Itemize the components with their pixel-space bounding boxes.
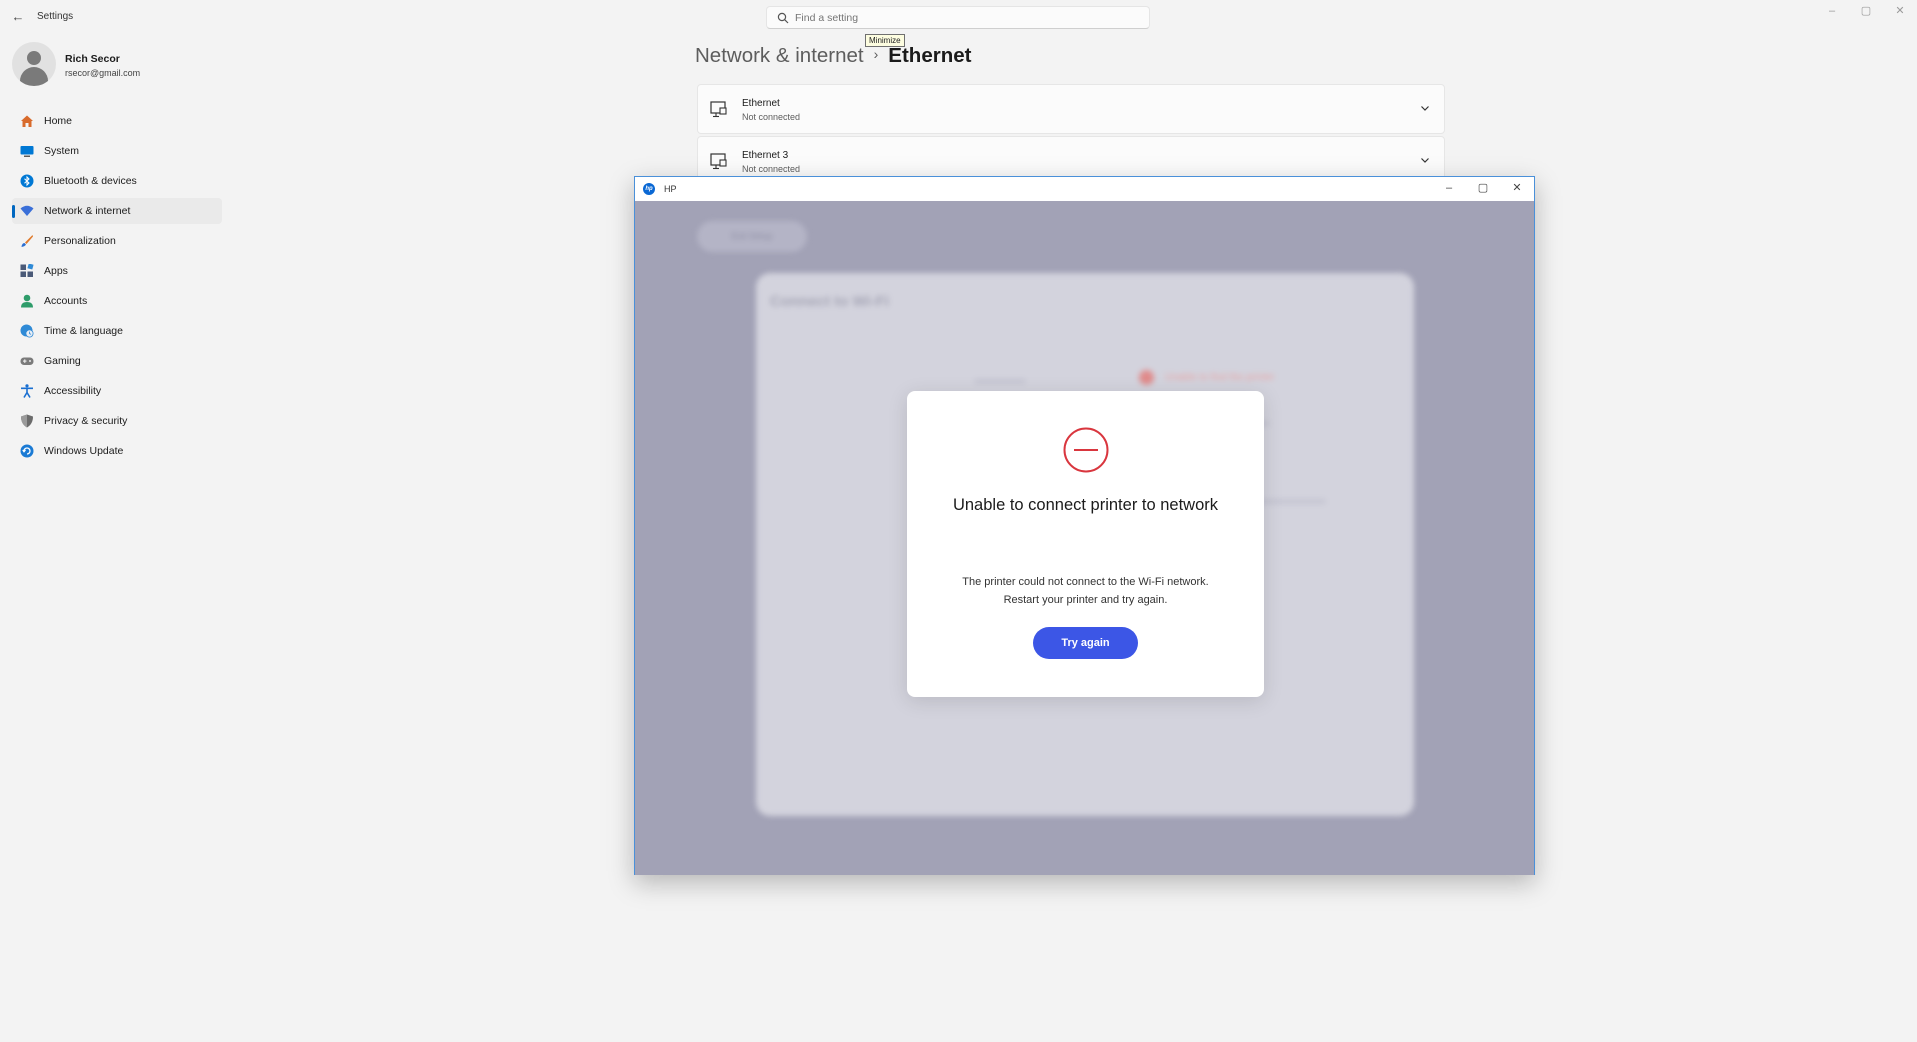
error-dialog: Unable to connect printer to network The…	[907, 391, 1264, 697]
adapter-status: Not connected	[742, 164, 801, 174]
sidebar-item-accessibility[interactable]: Accessibility	[12, 378, 222, 404]
user-email: rsecor@gmail.com	[65, 68, 141, 78]
hp-app-window: hp HP – ▢ ✕ Exit Setup Connect to Wi-Fi …	[634, 176, 1535, 875]
gaming-icon	[20, 357, 34, 365]
hp-close-button[interactable]: ✕	[1500, 177, 1534, 201]
system-icon	[20, 146, 34, 157]
sidebar-item-label: Apps	[44, 265, 68, 277]
sidebar-item-label: Accessibility	[44, 385, 102, 397]
hp-body: Exit Setup Connect to Wi-Fi Unable to fi…	[635, 201, 1534, 875]
exit-setup-button: Exit Setup	[697, 221, 807, 252]
adapter-name: Ethernet	[742, 98, 780, 109]
sidebar-item-accounts[interactable]: Accounts	[12, 288, 222, 314]
sidebar-item-label: Windows Update	[44, 445, 124, 457]
hp-window-title: HP	[664, 184, 677, 194]
sidebar-item-privacy[interactable]: Privacy & security	[12, 408, 222, 434]
sidebar-item-personalization[interactable]: Personalization	[12, 228, 222, 254]
avatar[interactable]	[12, 42, 56, 86]
search-icon	[777, 12, 789, 24]
sidebar-item-label: Accounts	[44, 295, 88, 307]
sidebar-item-label: Bluetooth & devices	[44, 175, 137, 187]
minimize-button[interactable]: –	[1815, 0, 1849, 24]
connect-wifi-title: Connect to Wi-Fi	[770, 293, 890, 310]
ethernet-icon	[710, 101, 727, 118]
hp-minimize-button[interactable]: –	[1432, 177, 1466, 201]
update-icon	[20, 444, 34, 458]
sidebar-item-gaming[interactable]: Gaming	[12, 348, 222, 374]
restore-button[interactable]: ▢	[1849, 0, 1883, 24]
hp-window-controls: – ▢ ✕	[1432, 177, 1534, 201]
sidebar-item-apps[interactable]: Apps	[12, 258, 222, 284]
chevron-down-icon[interactable]	[1420, 155, 1430, 165]
network-icon	[20, 205, 34, 216]
accessibility-icon	[21, 384, 33, 398]
sidebar-item-label: Gaming	[44, 355, 81, 367]
bluetooth-icon	[20, 174, 34, 188]
search-input[interactable]	[795, 9, 1135, 27]
dialog-message: The printer could not connect to the Wi-…	[962, 576, 1209, 606]
sidebar-item-label: Privacy & security	[44, 415, 128, 427]
avatar-head	[27, 51, 41, 65]
sidebar-item-network[interactable]: Network & internet	[12, 198, 222, 224]
hp-titlebar: hp HP – ▢ ✕	[635, 177, 1534, 201]
ethernet-icon	[710, 153, 727, 170]
blurred-text-line	[974, 379, 1026, 384]
apps-icon	[20, 264, 34, 277]
minimize-tooltip: Minimize	[865, 34, 905, 47]
brush-icon	[21, 235, 33, 247]
app-title: Settings	[37, 11, 74, 22]
shield-icon	[21, 414, 33, 428]
no-entry-icon	[1063, 427, 1109, 473]
hp-maximize-button[interactable]: ▢	[1466, 177, 1500, 201]
sidebar-item-time-language[interactable]: Time & language	[12, 318, 222, 344]
adapter-card-ethernet[interactable]: Ethernet Not connected	[697, 84, 1445, 134]
hp-logo-icon: hp	[643, 183, 655, 195]
sidebar-item-label: Personalization	[44, 235, 116, 247]
user-name: Rich Secor	[65, 53, 120, 65]
close-button[interactable]: ✕	[1883, 0, 1917, 24]
sidebar-item-home[interactable]: Home	[12, 108, 222, 134]
try-again-button[interactable]: Try again	[1033, 627, 1138, 659]
window-controls: – ▢ ✕	[1815, 0, 1917, 24]
sidebar-item-windows-update[interactable]: Windows Update	[12, 438, 222, 464]
back-arrow-icon[interactable]: ←	[10, 9, 26, 25]
settings-titlebar: ← Settings – ▢ ✕	[0, 0, 1917, 34]
sidebar-item-system[interactable]: System	[12, 138, 222, 164]
avatar-body	[20, 67, 48, 86]
sidebar-item-label: Time & language	[44, 325, 123, 337]
search-box[interactable]	[766, 6, 1150, 29]
sidebar-item-bluetooth[interactable]: Bluetooth & devices	[12, 168, 222, 194]
background-status: Unable to find the printer	[1165, 372, 1275, 383]
breadcrumb-parent[interactable]: Network & internet	[695, 44, 864, 67]
breadcrumb: Network & internet › Ethernet	[695, 44, 971, 68]
sidebar-nav: Home System Bluetooth & devices Network …	[12, 108, 222, 468]
sidebar-item-label: System	[44, 145, 80, 157]
dialog-title: Unable to connect printer to network	[952, 496, 1219, 514]
globe-clock-icon	[20, 324, 34, 338]
home-icon	[21, 115, 33, 127]
accounts-icon	[21, 294, 33, 308]
adapter-name: Ethernet 3	[742, 150, 789, 161]
error-dot-icon	[1139, 370, 1154, 385]
chevron-down-icon[interactable]	[1420, 103, 1430, 113]
adapter-status: Not connected	[742, 112, 801, 122]
sidebar-item-label: Home	[44, 115, 73, 127]
breadcrumb-separator: ›	[873, 46, 879, 62]
page-title: Ethernet	[888, 44, 972, 67]
sidebar-item-label: Network & internet	[44, 205, 131, 217]
